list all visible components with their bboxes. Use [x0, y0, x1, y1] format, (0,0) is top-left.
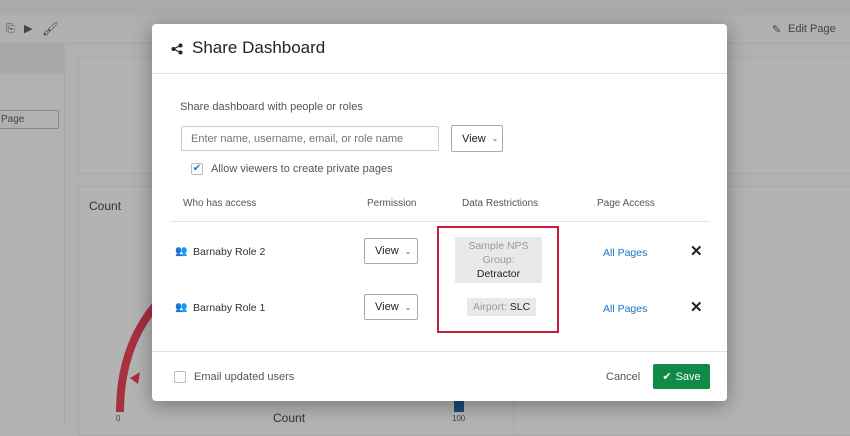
cancel-button[interactable]: Cancel — [606, 371, 640, 383]
footer-divider — [152, 351, 727, 352]
widget-title: Count — [89, 199, 122, 213]
share-icon — [171, 43, 183, 55]
gauge-bar — [454, 401, 464, 412]
remove-icon[interactable]: ✕ — [690, 298, 703, 316]
left-panel — [0, 44, 65, 425]
share-label: Share dashboard with people or roles — [180, 101, 363, 113]
gauge-max-label: 100 — [452, 414, 466, 423]
page-access-link[interactable]: All Pages — [603, 247, 647, 259]
add-page-button[interactable]: Page — [0, 110, 59, 129]
access-name: Barnaby Role 1 — [193, 302, 266, 314]
permission-select-value: View — [462, 132, 486, 145]
chevron-down-icon: ⌄ — [404, 246, 412, 256]
check-icon: ✔ — [662, 371, 672, 383]
email-updated-users-checkbox[interactable] — [174, 371, 186, 383]
remove-icon[interactable]: ✕ — [690, 242, 703, 260]
export-icon[interactable]: ⎘ — [6, 23, 15, 36]
allow-private-pages-checkbox[interactable]: ✔ — [191, 163, 203, 175]
share-search-input[interactable] — [181, 126, 439, 151]
row-permission-select[interactable]: View ⌄ — [364, 294, 418, 320]
data-restrictions-highlight — [437, 226, 559, 333]
pencil-icon: ✎ — [772, 24, 782, 36]
row-permission-value: View — [375, 245, 399, 257]
row-permission-value: View — [375, 301, 399, 313]
header-divider — [152, 73, 727, 74]
allow-private-pages-label: Allow viewers to create private pages — [211, 163, 393, 175]
paint-brush-icon[interactable]: 🖌 — [42, 21, 59, 37]
chevron-down-icon: ⌄ — [404, 302, 412, 312]
access-name: Barnaby Role 2 — [193, 246, 266, 258]
role-icon: 👥 — [175, 302, 188, 313]
permission-select[interactable]: View ⌄ — [451, 125, 503, 152]
chevron-down-icon: ⌄ — [491, 134, 499, 143]
column-page-access: Page Access — [597, 198, 655, 209]
top-bar — [0, 0, 850, 15]
dialog-title: Share Dashboard — [192, 38, 326, 57]
save-button[interactable]: ✔ Save — [653, 364, 710, 389]
save-label: Save — [675, 370, 701, 383]
row-permission-select[interactable]: View ⌄ — [364, 238, 418, 264]
column-who-has-access: Who has access — [183, 198, 257, 209]
gauge-axis-label: Count — [273, 411, 306, 425]
table-header-divider — [170, 221, 710, 222]
role-icon: 👥 — [175, 246, 188, 257]
check-icon: ✔ — [192, 163, 202, 174]
email-updated-users-label: Email updated users — [194, 371, 295, 383]
column-data-restrictions: Data Restrictions — [462, 198, 539, 209]
left-panel-header — [0, 44, 65, 74]
edit-page-button[interactable]: Edit Page — [788, 23, 836, 35]
gauge-min-label: 0 — [116, 414, 121, 423]
page-access-link[interactable]: All Pages — [603, 303, 647, 315]
present-icon[interactable]: ▶ — [24, 22, 32, 35]
share-dashboard-dialog: Share Dashboard Share dashboard with peo… — [152, 24, 727, 401]
column-permission: Permission — [367, 198, 417, 209]
